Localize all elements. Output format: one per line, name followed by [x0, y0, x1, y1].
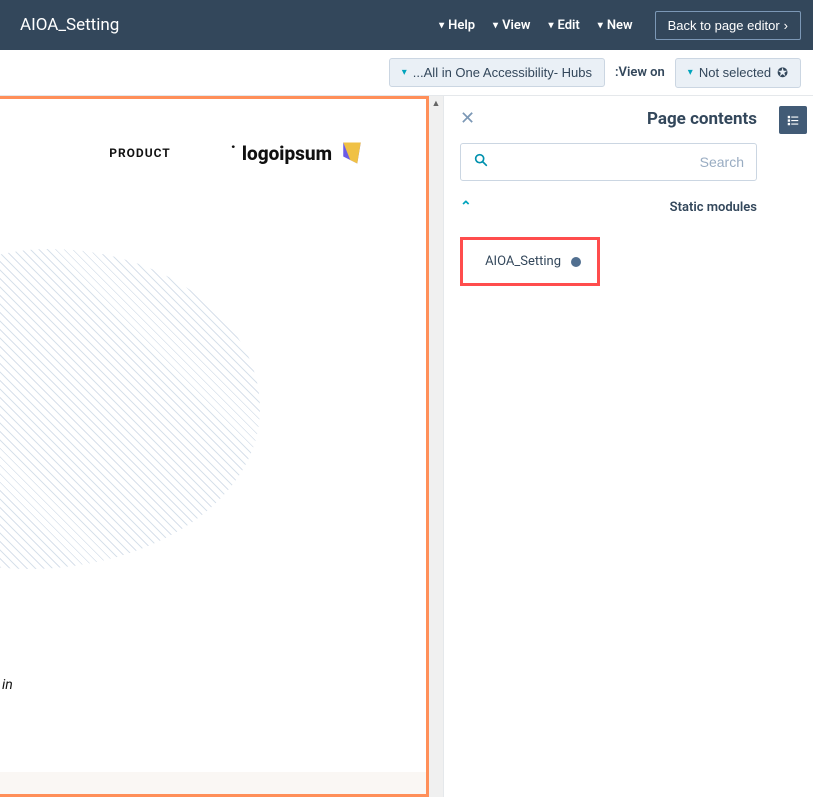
left-rail — [773, 96, 813, 797]
top-menu: New▾ Edit▾ View▾ Help▾ — [439, 18, 633, 33]
globe-icon: ✪ — [777, 65, 788, 81]
menu-help[interactable]: Help▾ — [439, 18, 475, 33]
logo-mark-icon — [338, 139, 366, 167]
hero-decor — [0, 249, 260, 569]
not-selected-dropdown[interactable]: ✪ Not selected ▾ — [675, 58, 801, 88]
caret-down-icon: ▾ — [402, 67, 407, 78]
section-label: Static modules — [670, 200, 757, 215]
chevron-left-icon: ‹ — [784, 18, 788, 33]
static-modules-header[interactable]: Static modules ⌃ — [460, 199, 757, 215]
back-label: Back to page editor — [668, 18, 780, 33]
logo-text: logoipsum — [242, 142, 332, 165]
chevron-down-icon: ▾ — [439, 20, 444, 31]
preview-inner: logoipsum˙ PRODUCT in — [0, 99, 426, 794]
chevron-down-icon: ▾ — [598, 20, 603, 31]
device-dropdown[interactable]: All in One Accessibility- Hubs... ▾ — [389, 58, 605, 87]
top-bar: ‹ Back to page editor New▾ Edit▾ View▾ H… — [0, 0, 813, 50]
chevron-down-icon: ▾ — [493, 20, 498, 31]
close-icon[interactable]: ✕ — [460, 108, 475, 129]
chevron-up-icon[interactable]: ⌃ — [460, 199, 472, 215]
site-nav: logoipsum˙ PRODUCT — [0, 139, 426, 167]
scroll-up-arrow[interactable]: ▲ — [429, 96, 443, 110]
page-contents-panel: Page contents ✕ Static modules ⌃ AIOA_Se… — [443, 96, 773, 797]
contents-toggle-button[interactable] — [779, 106, 807, 134]
page-title: AIOA_Setting — [12, 15, 119, 35]
module-label: AIOA_Setting — [485, 254, 561, 269]
menu-edit[interactable]: Edit▾ — [548, 18, 579, 33]
back-to-editor-button[interactable]: ‹ Back to page editor — [655, 11, 801, 40]
preview-scrollbar[interactable]: ▲ — [429, 96, 443, 797]
chevron-down-icon: ▾ — [548, 20, 553, 31]
list-icon — [786, 113, 800, 127]
preview-area: ▲ logoipsum˙ PRODUCT in — [0, 96, 443, 797]
search-icon — [473, 152, 489, 172]
bottom-strip — [0, 772, 426, 794]
preview-frame: logoipsum˙ PRODUCT in — [0, 96, 429, 797]
site-logo[interactable]: logoipsum˙ — [231, 139, 366, 167]
module-dot-icon — [571, 257, 581, 267]
panel-header: Page contents ✕ — [460, 108, 757, 129]
module-aioa-setting[interactable]: AIOA_Setting — [460, 237, 600, 286]
menu-view[interactable]: View▾ — [493, 18, 530, 33]
menu-new[interactable]: New▾ — [598, 18, 633, 33]
hero-snippet: in — [2, 677, 13, 693]
view-on-label: View on: — [615, 65, 665, 80]
panel-title: Page contents — [647, 109, 757, 129]
caret-down-icon: ▾ — [688, 67, 693, 78]
nav-product[interactable]: PRODUCT — [109, 146, 171, 160]
sub-bar: ✪ Not selected ▾ View on: All in One Acc… — [0, 50, 813, 96]
main-area: Page contents ✕ Static modules ⌃ AIOA_Se… — [0, 96, 813, 797]
search-input[interactable] — [489, 154, 744, 170]
search-input-wrap[interactable] — [460, 143, 757, 181]
